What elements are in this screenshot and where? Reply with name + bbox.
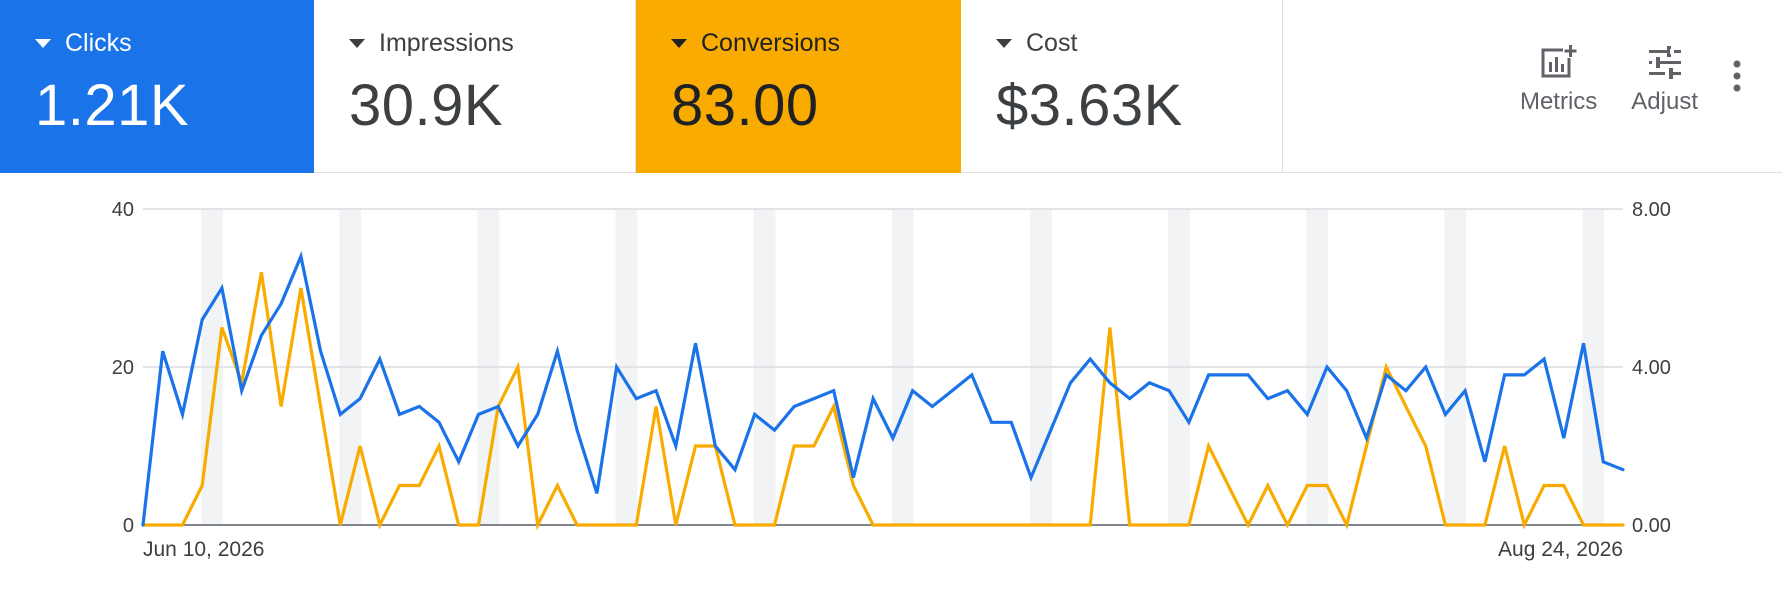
chart-toolbar: Metrics Adjust	[1283, 0, 1782, 172]
x-axis-end-label: Aug 24, 2026	[1498, 538, 1623, 561]
y-axis-right: 0.00 4.00 8.00	[1632, 199, 1671, 537]
series-lines	[141, 251, 1625, 531]
y-tick-label-right: 8.00	[1632, 199, 1671, 221]
scorecard-impressions[interactable]: Impressions 30.9K	[314, 0, 636, 173]
scorecard-value: 83.00	[671, 73, 819, 138]
metrics-label: Metrics	[1519, 88, 1598, 115]
y-tick-label-right: 0.00	[1632, 515, 1671, 537]
caret-down-icon	[349, 38, 365, 48]
scorecard-header[interactable]: Conversions	[671, 28, 961, 58]
y-axis-left: 0 20 40	[112, 199, 134, 537]
tune-icon	[1648, 46, 1681, 79]
scorecard-value: 1.21K	[35, 73, 190, 138]
y-tick-label-left: 20	[112, 357, 134, 379]
scorecard-label: Impressions	[379, 28, 514, 57]
performance-chart: 0 20 40 0.00 4.00 8.00 Jun 10, 2026 Aug 24, …	[112, 199, 1671, 561]
scorecard-clicks[interactable]: Clicks 1.21K	[0, 0, 314, 173]
gridlines	[143, 208, 1623, 526]
series-line-clicks	[141, 251, 1625, 527]
scorecard-conversions[interactable]: Conversions 83.00	[636, 0, 961, 173]
y-tick-label-right: 4.00	[1632, 357, 1671, 379]
caret-down-icon	[671, 38, 687, 48]
scorecard-cost[interactable]: Cost $3.63K	[961, 0, 1283, 173]
scorecard-label: Clicks	[65, 28, 132, 57]
more-options-button[interactable]	[1732, 60, 1742, 97]
adjust-label: Adjust	[1631, 88, 1698, 115]
scorecard-value: $3.63K	[996, 73, 1183, 138]
scorecard-header[interactable]: Cost	[996, 28, 1282, 58]
add-chart-icon	[1541, 44, 1579, 78]
metrics-button[interactable]: Metrics	[1520, 44, 1597, 116]
scorecard-header[interactable]: Impressions	[349, 28, 635, 58]
adjust-button[interactable]: Adjust	[1631, 44, 1698, 116]
scorecard-label: Cost	[1026, 28, 1078, 57]
y-tick-label-left: 40	[112, 199, 134, 221]
x-axis-start-label: Jun 10, 2026	[143, 538, 264, 561]
caret-down-icon	[35, 38, 51, 48]
series-line-conversions	[141, 271, 1625, 531]
caret-down-icon	[996, 38, 1012, 48]
scorecard-row: Clicks 1.21K Impressions 30.9K Conversio…	[0, 0, 1782, 173]
more-vert-icon	[1733, 60, 1741, 92]
scorecard-value: 30.9K	[349, 73, 504, 138]
y-tick-label-left: 0	[123, 515, 134, 537]
scorecard-header[interactable]: Clicks	[35, 28, 314, 58]
scorecard-label: Conversions	[701, 28, 840, 57]
